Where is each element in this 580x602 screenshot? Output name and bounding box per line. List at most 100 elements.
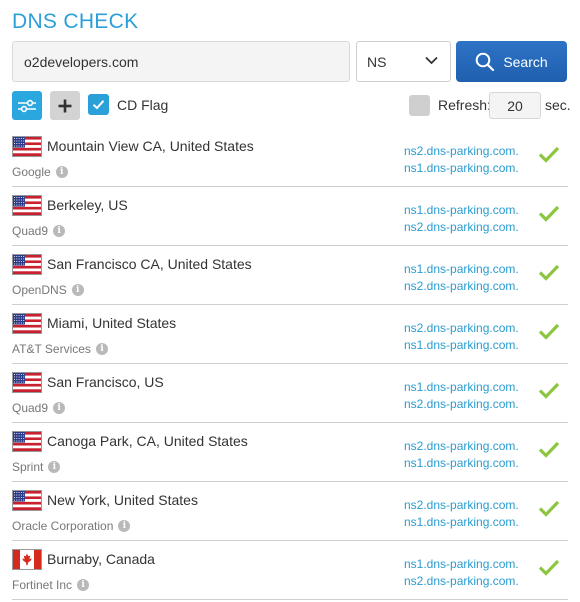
nameserver-value: ns2.dns-parking.com. [404,498,519,512]
nameserver-value: ns1.dns-parking.com. [404,262,519,276]
nameserver-list: ns1.dns-parking.com. ns2.dns-parking.com… [404,379,519,412]
domain-input[interactable] [12,41,350,82]
info-icon[interactable]: i [118,520,131,532]
provider: OpenDNS i [12,283,84,297]
us-flag-icon [12,195,42,216]
nameserver-list: ns2.dns-parking.com. ns1.dns-parking.com… [404,497,519,530]
nameserver-value: ns2.dns-parking.com. [404,396,519,411]
check-icon [538,205,560,222]
nameserver-value: ns1.dns-parking.com. [404,557,519,571]
search-icon [476,52,495,71]
info-icon[interactable]: i [53,225,66,237]
info-icon[interactable]: i [55,166,68,178]
refresh-label: Refresh: [438,97,491,113]
refresh-interval-input[interactable] [489,92,541,119]
check-icon [538,264,560,281]
result-row: Berkeley, US Quad9 i ns1.dns-parking.com… [12,187,568,246]
checkmark-icon [92,100,105,110]
nameserver-value: ns1.dns-parking.com. [404,514,519,529]
record-type-value: NS [367,53,387,70]
location-label: Burnaby, Canada [47,551,155,567]
provider: Sprint i [12,460,61,474]
provider-label: Google [12,165,51,179]
location-label: New York, United States [47,492,198,508]
result-row: Mountain View CA, United States Google i… [12,128,568,187]
nameserver-list: ns1.dns-parking.com. ns2.dns-parking.com… [404,556,519,589]
result-row: New York, United States Oracle Corporati… [12,482,568,541]
provider: Oracle Corporation i [12,519,131,533]
location-label: Mountain View CA, United States [47,138,254,154]
cd-flag-label[interactable]: CD Flag [117,97,168,113]
location-label: San Francisco CA, United States [47,256,252,272]
nameserver-value: ns1.dns-parking.com. [404,160,519,175]
nameserver-value: ns1.dns-parking.com. [404,203,519,217]
us-flag-icon [12,490,42,511]
nameserver-value: ns1.dns-parking.com. [404,455,519,470]
location-label: Miami, United States [47,315,177,331]
us-flag-icon [12,313,42,334]
cd-flag-checkbox[interactable] [88,94,109,115]
location-label: Canoga Park, CA, United States [47,433,248,449]
provider-label: Oracle Corporation [12,519,114,533]
plus-icon [58,99,72,112]
location-label: Berkeley, US [47,197,128,213]
nameserver-list: ns2.dns-parking.com. ns1.dns-parking.com… [404,438,519,471]
settings-button[interactable] [12,91,42,120]
record-type-select[interactable]: NS [356,41,451,82]
provider: Google i [12,165,68,179]
check-icon [538,146,560,163]
provider-label: Quad9 [12,401,49,415]
nameserver-list: ns2.dns-parking.com. ns1.dns-parking.com… [404,143,519,176]
page-title: DNS CHECK [12,10,139,33]
check-icon [538,382,560,399]
check-icon [538,500,560,517]
nameserver-value: ns2.dns-parking.com. [404,573,519,588]
info-icon[interactable]: i [95,343,108,355]
result-row: San Francisco CA, United States OpenDNS … [12,246,568,305]
nameserver-value: ns1.dns-parking.com. [404,380,519,394]
add-button[interactable] [50,91,80,120]
provider-label: Sprint [12,460,44,474]
check-icon [538,323,560,340]
provider-label: Fortinet Inc [12,578,73,592]
nameserver-list: ns1.dns-parking.com. ns2.dns-parking.com… [404,261,519,294]
info-icon[interactable]: i [77,579,90,591]
nameserver-value: ns1.dns-parking.com. [404,337,519,352]
search-button[interactable]: Search [456,41,567,82]
check-icon [538,559,560,576]
us-flag-icon [12,254,42,275]
result-row: Burnaby, Canada Fortinet Inc i ns1.dns-p… [12,541,568,600]
us-flag-icon [12,431,42,452]
provider: Quad9 i [12,224,66,238]
provider-label: AT&T Services [12,342,91,356]
nameserver-value: ns2.dns-parking.com. [404,439,519,453]
result-row: Miami, United States AT&T Services i ns2… [12,305,568,364]
refresh-unit-label: sec. [545,97,571,113]
nameserver-list: ns2.dns-parking.com. ns1.dns-parking.com… [404,320,519,353]
nameserver-value: ns2.dns-parking.com. [404,144,519,158]
result-row: San Francisco, US Quad9 i ns1.dns-parkin… [12,364,568,423]
info-icon[interactable]: i [48,461,61,473]
provider-label: Quad9 [12,224,49,238]
sliders-icon [18,99,36,112]
results-list: Mountain View CA, United States Google i… [12,128,568,600]
nameserver-value: ns2.dns-parking.com. [404,321,519,335]
provider-label: OpenDNS [12,283,67,297]
nameserver-list: ns1.dns-parking.com. ns2.dns-parking.com… [404,202,519,235]
refresh-checkbox[interactable] [409,95,430,116]
result-row: Canoga Park, CA, United States Sprint i … [12,423,568,482]
provider: Quad9 i [12,401,66,415]
info-icon[interactable]: i [53,402,66,414]
info-icon[interactable]: i [71,284,84,296]
search-button-label: Search [503,53,548,70]
check-icon [538,441,560,458]
us-flag-icon [12,136,42,157]
nameserver-value: ns2.dns-parking.com. [404,278,519,293]
provider: AT&T Services i [12,342,108,356]
chevron-down-icon [425,56,438,65]
location-label: San Francisco, US [47,374,164,390]
canada-flag-icon [12,549,42,570]
nameserver-value: ns2.dns-parking.com. [404,219,519,234]
us-flag-icon [12,372,42,393]
provider: Fortinet Inc i [12,578,90,592]
